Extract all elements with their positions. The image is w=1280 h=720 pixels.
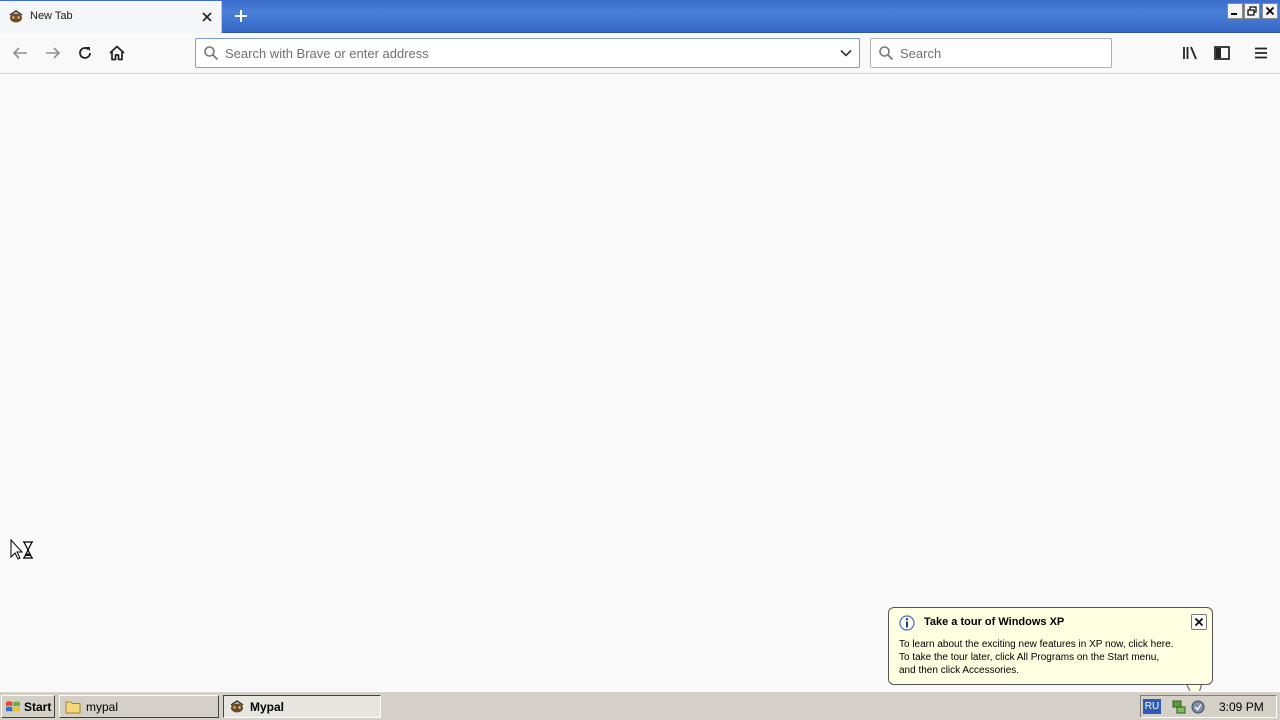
reload-icon: [79, 47, 91, 59]
windows-logo-icon: [6, 700, 20, 712]
restore-button[interactable]: [1244, 3, 1260, 19]
tab-title: New Tab: [30, 10, 73, 22]
navigation-toolbar: [0, 33, 1280, 74]
new-tab-button[interactable]: [229, 4, 253, 28]
balloon-line: and then click Accessories.: [899, 665, 1020, 676]
address-bar[interactable]: [195, 38, 860, 68]
menu-button[interactable]: [1249, 41, 1273, 65]
hamburger-menu-icon: [1255, 47, 1267, 59]
close-window-button[interactable]: [1262, 3, 1278, 19]
address-input[interactable]: [225, 39, 825, 67]
language-indicator[interactable]: RU: [1143, 699, 1161, 714]
taskbar-button-mypal-folder[interactable]: mypal: [59, 695, 219, 718]
info-icon: [899, 615, 915, 631]
tour-notification-balloon[interactable]: Take a tour of Windows XP To learn about…: [888, 607, 1213, 685]
mypal-icon: [9, 10, 23, 23]
home-button[interactable]: [105, 41, 129, 65]
search-input[interactable]: [900, 39, 1100, 67]
chevron-down-icon[interactable]: [839, 46, 853, 60]
arrow-left-icon: [12, 47, 27, 59]
folder-icon: [65, 701, 81, 713]
tab-new-tab[interactable]: New Tab: [0, 1, 222, 33]
tab-strip: New Tab: [0, 0, 1280, 33]
balloon-message[interactable]: To learn about the exciting new features…: [899, 638, 1204, 677]
library-button[interactable]: [1178, 41, 1202, 65]
network-icon[interactable]: [1171, 699, 1187, 715]
system-tray: RU 3:09 PM: [1140, 695, 1277, 718]
security-shield-icon[interactable]: [1190, 699, 1206, 715]
search-icon: [204, 46, 219, 61]
back-button[interactable]: [8, 41, 32, 65]
start-button[interactable]: Start: [1, 695, 55, 718]
balloon-line: To learn about the exciting new features…: [899, 639, 1174, 650]
taskbar-button-label: mypal: [86, 699, 119, 714]
close-icon: [202, 12, 212, 22]
minimize-button[interactable]: [1227, 3, 1243, 19]
forward-button[interactable]: [41, 41, 65, 65]
balloon-line: To take the tour later, click All Progra…: [899, 652, 1160, 663]
arrow-right-icon: [46, 47, 61, 59]
taskbar-button-mypal-browser[interactable]: Mypal: [223, 695, 381, 718]
taskbar: Start mypal Mypal RU 3:09 PM: [0, 691, 1280, 720]
start-label: Start: [24, 699, 52, 714]
reload-button[interactable]: [73, 41, 97, 65]
search-bar[interactable]: [870, 38, 1112, 68]
search-icon: [879, 46, 894, 61]
close-icon: [1194, 617, 1204, 627]
close-tab-button[interactable]: [198, 8, 216, 26]
mypal-icon: [230, 699, 244, 712]
balloon-title: Take a tour of Windows XP: [924, 616, 1065, 628]
home-icon: [109, 45, 125, 61]
balloon-close-button[interactable]: [1191, 614, 1207, 630]
sidebar-button[interactable]: [1210, 41, 1234, 65]
close-icon: [1265, 6, 1275, 16]
page-content: [0, 74, 1280, 691]
library-icon: [1183, 46, 1197, 60]
minimize-icon: [1231, 13, 1237, 15]
sidebar-icon: [1214, 46, 1230, 60]
taskbar-button-label: Mypal: [250, 699, 285, 714]
restore-icon: [1247, 6, 1257, 16]
busy-cursor-icon: [10, 539, 33, 560]
plus-icon: [235, 10, 247, 22]
clock[interactable]: 3:09 PM: [1219, 700, 1264, 714]
